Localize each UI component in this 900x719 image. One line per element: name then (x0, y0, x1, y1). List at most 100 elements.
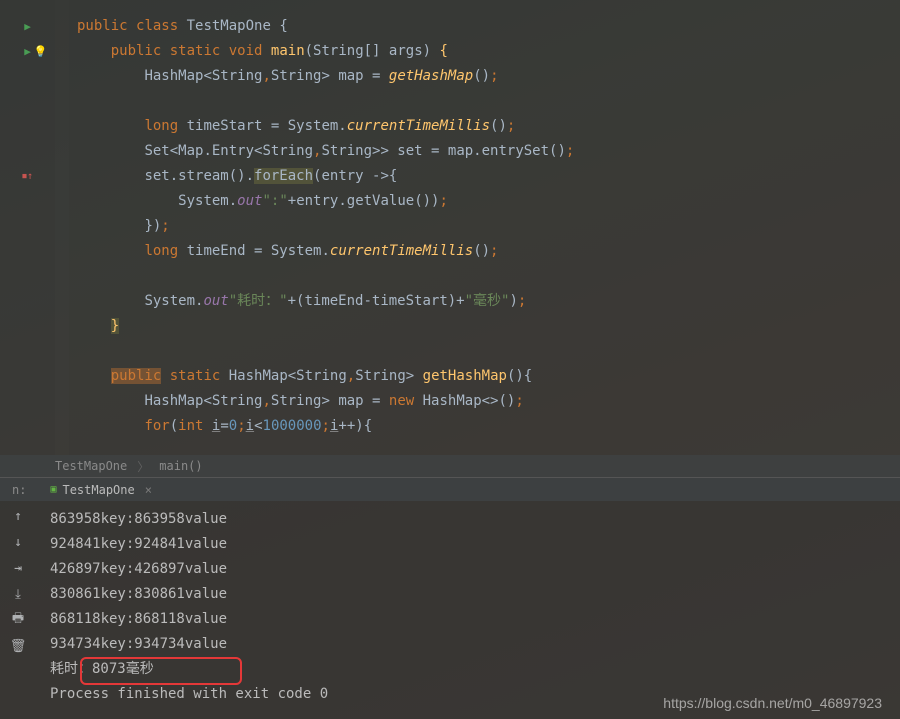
brace: { (279, 18, 287, 34)
code-text: set.stream(). (144, 168, 254, 184)
down-icon[interactable]: ↓ (0, 531, 36, 553)
highlighted-method: forEach (254, 168, 313, 184)
code-text: HashMap<String (144, 68, 262, 84)
run-config-icon: ▣ (50, 484, 56, 495)
brace: } (111, 318, 119, 334)
eq: = (220, 418, 228, 434)
semicolon: ; (237, 418, 245, 434)
run-tab[interactable]: TestMapOne (62, 483, 134, 497)
code-text: timeEnd = System. (187, 243, 330, 259)
parens: () (473, 68, 490, 84)
method-name: main (271, 43, 305, 59)
code-text: (){ (507, 368, 532, 384)
code-text: ++){ (338, 418, 372, 434)
run-icon[interactable]: ▶ (0, 14, 55, 39)
semicolon: ; (161, 218, 169, 234)
print-icon[interactable]: 🖶 (0, 609, 36, 631)
semicolon: ; (566, 143, 574, 159)
keyword: static (170, 43, 229, 59)
code-text: timeStart = System. (187, 118, 347, 134)
keyword: int (178, 418, 212, 434)
comma: , (262, 68, 270, 84)
up-icon[interactable]: ↑ (0, 505, 36, 527)
keyword: long (144, 118, 186, 134)
code-text: String> map = (271, 68, 389, 84)
scroll-icon[interactable]: ⤓ (0, 583, 36, 605)
console-line: 830861key:830861value (50, 582, 900, 607)
code-text: String> (355, 368, 422, 384)
override-icon[interactable]: ⏹↑ (0, 164, 55, 189)
keyword: new (389, 393, 423, 409)
chevron-right-icon: 〉 (137, 458, 149, 475)
string: "耗时：" (229, 293, 288, 309)
gutter: ▶ ▶ 💡 ⏹↑ (0, 0, 55, 455)
keyword: public (77, 18, 136, 34)
run-tab-bar: n: ▣ TestMapOne × (0, 477, 900, 501)
method-call: getHashMap (389, 68, 473, 84)
parens: () (490, 118, 507, 134)
console-line: 863958key:863958value (50, 507, 900, 532)
keyword: static (170, 368, 229, 384)
console-line: 耗时：8073毫秒 (50, 657, 900, 682)
close-icon[interactable]: × (145, 483, 152, 497)
semicolon: ; (507, 118, 515, 134)
code-editor[interactable]: ▶ ▶ 💡 ⏹↑ public class TestMapOne { publi… (0, 0, 900, 455)
code-text: Set<Map.Entry<String (144, 143, 313, 159)
wrap-icon[interactable]: ⇥ (0, 557, 36, 579)
breadcrumb[interactable]: TestMapOne 〉 main() (0, 455, 900, 477)
trash-icon[interactable]: 🗑 (0, 635, 36, 657)
code-text: String>> set = map.entrySet() (321, 143, 565, 159)
bulb-icon[interactable]: 💡 (26, 39, 55, 64)
class-name: TestMapOne (187, 18, 280, 34)
console-line: 924841key:924841value (50, 532, 900, 557)
method-name: getHashMap (423, 368, 507, 384)
breadcrumb-item[interactable]: TestMapOne (55, 459, 127, 473)
code-content[interactable]: public class TestMapOne { public static … (69, 0, 900, 455)
code-text: HashMap<String (229, 368, 347, 384)
fold-bar[interactable] (55, 0, 69, 455)
keyword: void (229, 43, 271, 59)
code-text: +entry.getValue()) (288, 193, 440, 209)
keyword: for (144, 418, 169, 434)
string: ":" (262, 193, 287, 209)
space (161, 368, 169, 384)
number: 1000000 (263, 418, 322, 434)
field: out (203, 293, 228, 309)
method-call: currentTimeMillis (347, 118, 490, 134)
comma: , (262, 393, 270, 409)
console-line: 868118key:868118value (50, 607, 900, 632)
console-line: 934734key:934734value (50, 632, 900, 657)
paren: ( (170, 418, 178, 434)
code-text: (entry ->{ (313, 168, 397, 184)
code-text: System. (178, 193, 237, 209)
keyword: public (111, 368, 162, 384)
console-line: 426897key:426897value (50, 557, 900, 582)
method-call: currentTimeMillis (330, 243, 473, 259)
keyword: class (136, 18, 187, 34)
keyword: public (111, 43, 170, 59)
parens: () (473, 243, 490, 259)
code-text: +(timeEnd-timeStart)+ (288, 293, 465, 309)
semicolon: ; (439, 193, 447, 209)
semicolon: ; (490, 243, 498, 259)
code-text: HashMap<>() (423, 393, 516, 409)
run-label: n: (12, 483, 26, 497)
semicolon: ; (490, 68, 498, 84)
lt: < (254, 418, 262, 434)
code-text: System. (144, 293, 203, 309)
code-text: }) (144, 218, 161, 234)
var: i (246, 418, 254, 434)
keyword: long (144, 243, 186, 259)
string: "毫秒" (465, 293, 510, 309)
params: (String[] args) (305, 43, 440, 59)
code-text: HashMap<String (144, 393, 262, 409)
console-output[interactable]: 863958key:863958value 924841key:924841va… (36, 501, 900, 719)
semicolon: ; (518, 293, 526, 309)
field: out (237, 193, 262, 209)
breadcrumb-item[interactable]: main() (159, 459, 202, 473)
comma: , (347, 368, 355, 384)
number: 0 (229, 418, 237, 434)
semicolon: ; (322, 418, 330, 434)
watermark: https://blog.csdn.net/m0_46897923 (663, 695, 882, 711)
console-toolbar: ↑ ↓ ⇥ ⤓ 🖶 🗑 (0, 501, 36, 719)
